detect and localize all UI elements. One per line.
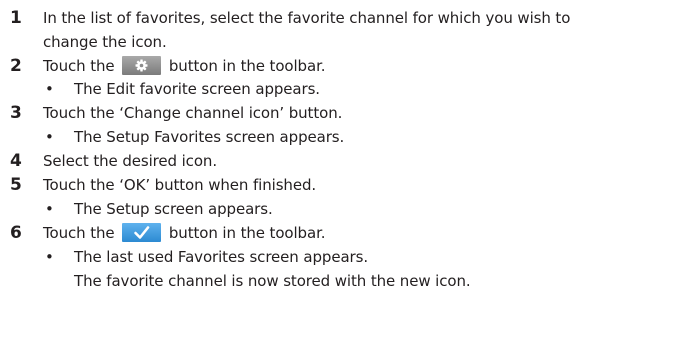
checkmark-button-icon	[122, 223, 162, 242]
bullet-symbol: •	[45, 80, 54, 98]
bullet-text-continued: The favorite channel is now stored with …	[74, 272, 471, 290]
step-number: 6	[10, 223, 22, 243]
step-number: 4	[10, 151, 22, 171]
step-number: 5	[10, 175, 22, 195]
step-text: In the list of favorites, select the fav…	[43, 9, 571, 27]
step-number: 3	[10, 103, 22, 123]
bullet-text: The Setup screen appears.	[74, 200, 273, 218]
step-text-before: Touch the	[43, 224, 120, 242]
step-number: 2	[10, 56, 22, 76]
bullet-symbol: •	[45, 248, 54, 266]
checkmark-icon	[134, 226, 150, 239]
bullet-symbol: •	[45, 200, 54, 218]
bullet-text: The Edit favorite screen appears.	[74, 80, 320, 98]
step-text-continued: change the icon.	[43, 33, 167, 51]
step-text-after: button in the toolbar.	[164, 224, 326, 242]
step-text-after: button in the toolbar.	[164, 57, 326, 75]
step-text: Touch the ‘OK’ button when finished.	[43, 176, 317, 194]
step-text: Touch the ‘Change channel icon’ button.	[43, 104, 343, 122]
step-text: Touch the button in the toolbar.	[43, 56, 326, 76]
bullet-symbol: •	[45, 128, 54, 146]
step-text-before: Touch the	[43, 57, 120, 75]
gear-icon	[135, 59, 148, 72]
step-text: Select the desired icon.	[43, 152, 217, 170]
bullet-text: The last used Favorites screen appears.	[74, 248, 368, 266]
step-text: Touch the button in the toolbar.	[43, 223, 326, 243]
step-number: 1	[10, 8, 22, 28]
bullet-text: The Setup Favorites screen appears.	[74, 128, 345, 146]
gear-button-icon	[122, 56, 162, 75]
